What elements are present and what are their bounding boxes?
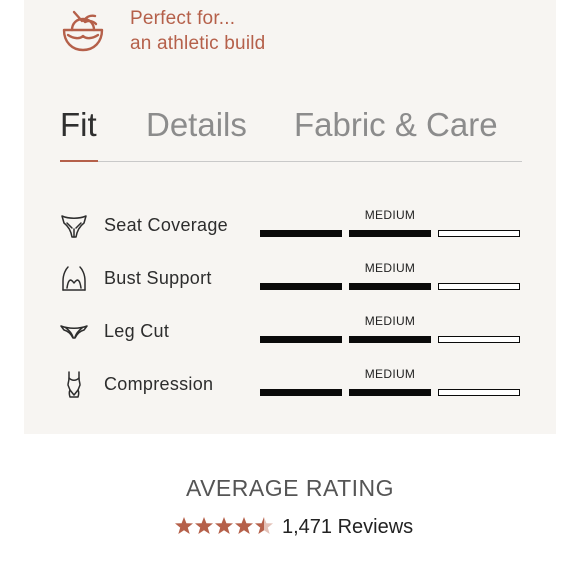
star — [175, 517, 193, 534]
fit-value: MEDIUM — [364, 261, 416, 275]
active-tab-indicator — [60, 160, 98, 162]
fit-row-compression: Compression MEDIUM — [60, 362, 530, 402]
fit-value: MEDIUM — [364, 367, 416, 381]
fit-meter-segment — [438, 283, 520, 290]
star — [195, 517, 213, 534]
bikini-top-icon — [62, 266, 86, 291]
fit-meter-segment — [260, 336, 342, 343]
fit-label: Seat Coverage — [104, 215, 228, 235]
fit-meter-segment — [260, 389, 342, 396]
review-count-link[interactable]: 1,471 Reviews — [282, 516, 413, 539]
fit-meter-segment — [438, 389, 520, 396]
star — [215, 517, 233, 534]
brief-leg-cut-icon — [60, 325, 88, 339]
fit-meter-segment — [260, 230, 342, 237]
bikini-bottom-icon — [61, 215, 87, 238]
fit-meter-segment — [349, 230, 431, 237]
product-tabs: Fit Details Fabric & Care — [60, 106, 522, 164]
fit-label: Bust Support — [104, 268, 212, 288]
fit-value: MEDIUM — [364, 314, 416, 328]
fit-meter-segment — [438, 230, 520, 237]
fit-label: Leg Cut — [104, 321, 170, 341]
fit-label: Compression — [104, 374, 214, 394]
coconut-drink-icon — [62, 10, 104, 52]
fit-value: MEDIUM — [364, 208, 416, 222]
perfect-for-build: an athletic build — [130, 33, 266, 54]
star-rating-icon — [175, 517, 273, 534]
fit-row-bust-support: Bust Support MEDIUM — [60, 256, 530, 296]
fit-meter-segment — [260, 283, 342, 290]
fit-row-leg-cut: Leg Cut MEDIUM — [60, 309, 530, 349]
fit-meter-segment — [349, 336, 431, 343]
fit-row-seat-coverage: Seat Coverage MEDIUM — [60, 203, 530, 243]
fit-meter-segment — [349, 283, 431, 290]
star — [235, 517, 253, 534]
rating-summary[interactable]: 1,471 Reviews — [174, 514, 434, 540]
tabs-divider — [60, 161, 522, 162]
tab-fit[interactable]: Fit — [60, 106, 97, 144]
fit-meter-segment — [438, 336, 520, 343]
tab-fabric-care[interactable]: Fabric & Care — [294, 106, 498, 144]
tab-details[interactable]: Details — [146, 106, 247, 144]
perfect-for-heading: Perfect for... — [130, 8, 236, 29]
fit-meter-segment — [349, 389, 431, 396]
one-piece-swimsuit-icon — [67, 371, 81, 398]
star — [255, 517, 273, 534]
average-rating-title: AVERAGE RATING — [185, 475, 395, 501]
